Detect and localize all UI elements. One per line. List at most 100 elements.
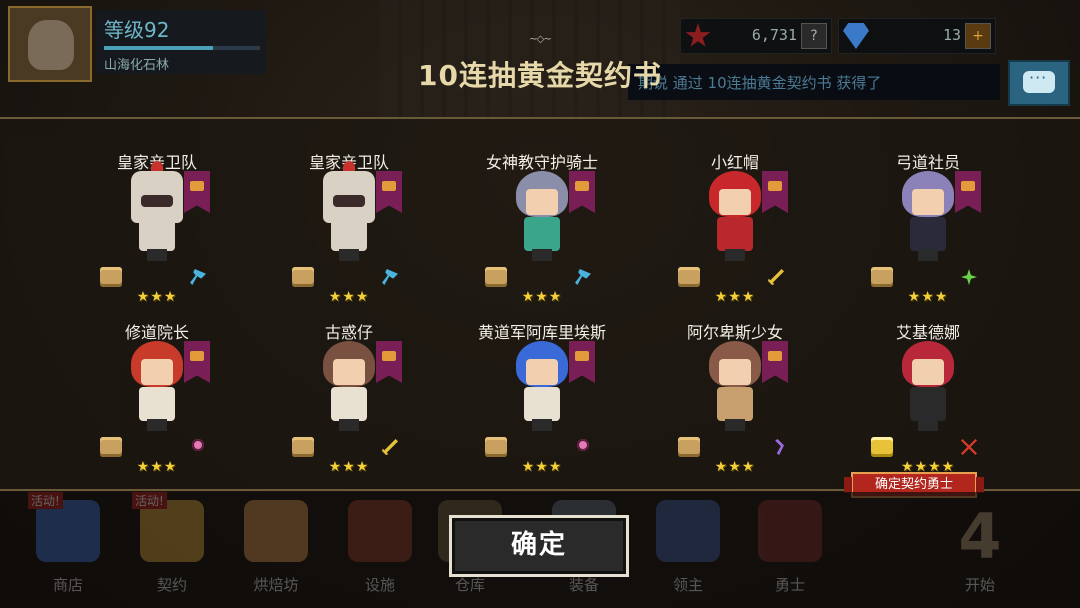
sword-icon (382, 439, 398, 455)
axe-icon (575, 269, 591, 285)
hero-name: 艾基德娜 (895, 323, 960, 342)
resource-1-help-button[interactable]: ? (801, 23, 827, 49)
resource-2-value: 13 (942, 26, 961, 44)
level-label: 等级92 (104, 18, 170, 42)
hero-name: 女神教守护骑士 (485, 153, 598, 172)
chat-button[interactable] (1008, 60, 1070, 106)
star-rating: ★★★ (521, 459, 563, 475)
result-card[interactable]: 修道院长 ★★★ (82, 319, 232, 483)
hero-sprite (510, 341, 574, 433)
result-card[interactable]: 弓道社员 ★★★ (853, 149, 1003, 313)
guild-banner-icon (376, 171, 402, 213)
contract-icon (140, 500, 204, 562)
result-card[interactable]: 古惑仔 ★★★ (274, 319, 424, 483)
star-rating: ★★★ (521, 289, 563, 305)
area-name: 山海化石林 (104, 58, 170, 73)
axe-icon (382, 269, 398, 285)
level-panel: 等级92 山海化石林 (96, 10, 266, 74)
nav-contract[interactable]: 活动! 契约 (122, 492, 222, 602)
nav-label: 契约 (156, 576, 187, 594)
chat-icon (1023, 68, 1055, 93)
scroll-icon (100, 437, 122, 457)
nav-facilities[interactable]: 设施 (330, 496, 430, 602)
draw-result-panel: 皇家亲卫队 ★★★ 皇家亲卫队 ★★★ 女神教守护骑士 ★★★ 小红帽 ★★★ … (0, 117, 1080, 491)
staff-icon (192, 439, 204, 451)
nav-label: 烘焙坊 (253, 576, 299, 594)
result-card[interactable]: 艾基德娜 ★★★★ (853, 319, 1003, 483)
star-rating: ★★★ (907, 289, 949, 305)
scroll-icon (292, 267, 314, 287)
guild-banner-icon (569, 341, 595, 383)
resource-2-add-button[interactable]: + (965, 23, 991, 49)
exp-bar (104, 46, 260, 50)
scroll-icon (678, 437, 700, 457)
hero-sprite (125, 341, 189, 433)
guild-banner-icon (762, 171, 788, 213)
star-rating: ★★★ (136, 289, 178, 305)
nav-label: 商店 (52, 576, 83, 594)
star-icon (685, 23, 711, 47)
result-card[interactable]: 皇家亲卫队 ★★★ (82, 149, 232, 313)
gold-scroll-icon (871, 437, 893, 457)
hero-sprite (703, 171, 767, 263)
shield-icon (656, 500, 720, 562)
player-avatar[interactable] (8, 6, 92, 82)
guild-banner-icon (184, 341, 210, 383)
star-rating: ★★★ (714, 289, 756, 305)
result-card[interactable]: 阿尔卑斯少女 ★★★ (660, 319, 810, 483)
star-rating: ★★★ (136, 459, 178, 475)
scroll-icon (485, 267, 507, 287)
scroll-icon (292, 437, 314, 457)
axe-icon (190, 269, 206, 285)
resource-counter-2: 13 + (838, 18, 996, 54)
result-card[interactable]: 皇家亲卫队 ★★★ (274, 149, 424, 313)
hero-name: 修道院长 (124, 323, 189, 342)
staff-icon (577, 439, 589, 451)
star-rating: ★★★ (714, 459, 756, 475)
bow-icon (775, 439, 784, 455)
result-card[interactable]: 小红帽 ★★★ (660, 149, 810, 313)
dagger-icon (961, 439, 977, 455)
title-ornament: ~◇~ (529, 34, 551, 45)
scroll-icon (871, 267, 893, 287)
result-card[interactable]: 女神教守护骑士 ★★★ (467, 149, 617, 313)
hero-name: 古惑仔 (324, 323, 373, 342)
hero-sprite (703, 341, 767, 433)
shop-icon (36, 500, 100, 562)
guild-banner-icon (569, 171, 595, 213)
guild-banner-icon (376, 341, 402, 383)
hero-sprite (896, 341, 960, 433)
nav-label: 仓库 (454, 576, 485, 594)
ok-button[interactable]: 确定 (449, 515, 629, 577)
event-badge: 活动! (132, 492, 167, 509)
hero-name: 阿尔卑斯少女 (686, 323, 783, 342)
nav-heroes[interactable]: 勇士 (740, 496, 840, 602)
star-rating: ★★★ (328, 289, 370, 305)
hero-sprite (896, 171, 960, 263)
sword-icon (768, 269, 784, 285)
resource-counter-1: 6,731 ? (680, 18, 832, 54)
guild-banner-icon (184, 171, 210, 213)
scroll-icon (485, 437, 507, 457)
hero-name: 黄道军阿库里埃斯 (477, 323, 606, 342)
gem-icon (843, 23, 869, 49)
hero-name: 小红帽 (710, 153, 759, 172)
scroll-icon (678, 267, 700, 287)
page-title: 10连抽黄金契约书 (418, 59, 662, 92)
hero-sprite (125, 161, 189, 263)
scroll-icon (100, 267, 122, 287)
bread-icon (244, 500, 308, 562)
guild-banner-icon (955, 171, 981, 213)
nav-label: 装备 (568, 576, 599, 594)
result-card[interactable]: 黄道军阿库里埃斯 ★★★ (467, 319, 617, 483)
nav-bakery[interactable]: 烘焙坊 (226, 496, 326, 602)
nav-label: 设施 (364, 576, 395, 594)
nav-label: 领主 (672, 576, 703, 594)
nav-lord[interactable]: 领主 (638, 496, 738, 602)
helmet-icon (758, 500, 822, 562)
hero-sprite (510, 171, 574, 263)
guild-banner-icon (762, 341, 788, 383)
hero-name: 弓道社员 (895, 153, 960, 172)
shuriken-icon (961, 269, 977, 285)
nav-shop[interactable]: 活动! 商店 (18, 492, 118, 602)
